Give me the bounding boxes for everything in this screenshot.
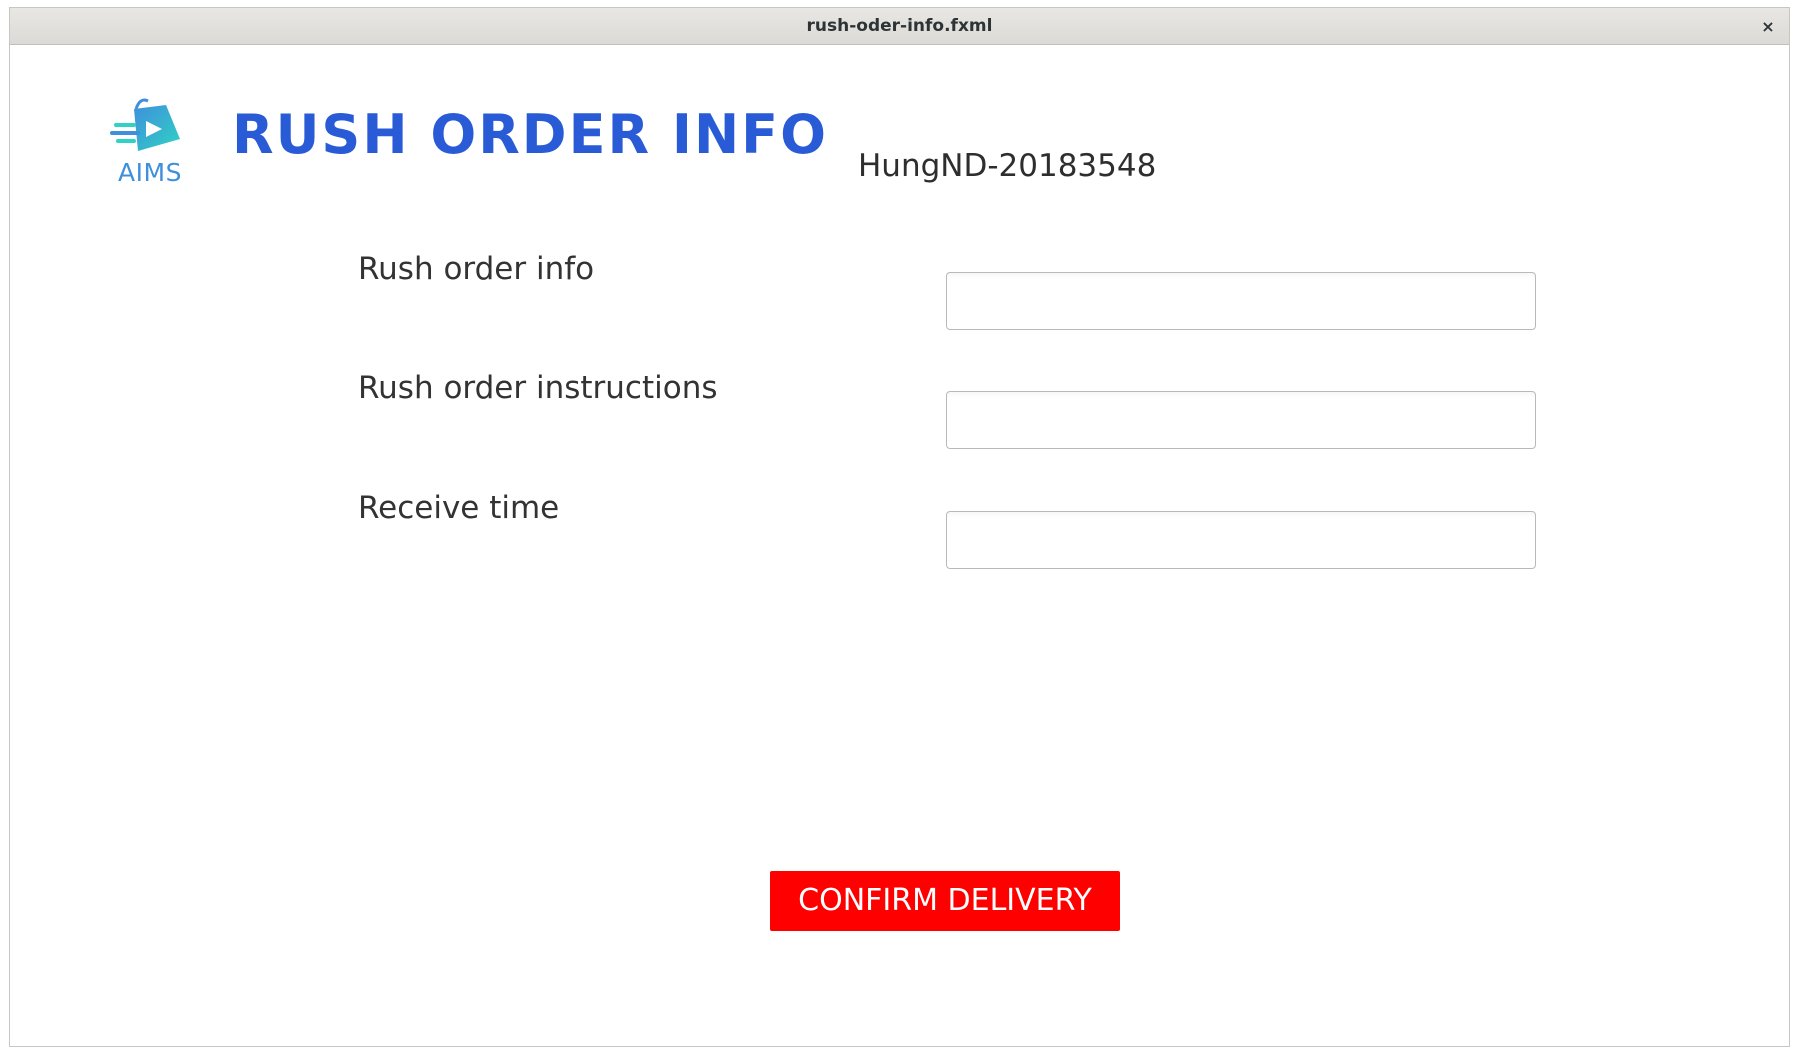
rush-order-instructions-label: Rush order instructions	[358, 370, 718, 406]
rush-order-info-label: Rush order info	[358, 251, 595, 287]
shopping-bag-arrow-icon	[110, 98, 180, 151]
rush-order-instructions-input[interactable]	[946, 391, 1536, 449]
title-bar[interactable]: rush-oder-info.fxml ×	[10, 8, 1789, 45]
rush-order-info-input[interactable]	[946, 272, 1536, 330]
aims-logo: AIMS	[110, 95, 190, 190]
receive-time-label: Receive time	[358, 490, 560, 526]
window-title: rush-oder-info.fxml	[806, 16, 993, 36]
app-window: rush-oder-info.fxml × AIMS RUSH ORDER IN…	[9, 7, 1790, 1047]
logo-label: AIMS	[118, 158, 182, 187]
confirm-delivery-button[interactable]: CONFIRM DELIVERY	[770, 871, 1120, 931]
receive-time-input[interactable]	[946, 511, 1536, 569]
page-title: RUSH ORDER INFO	[232, 103, 828, 166]
student-id-label: HungND-20183548	[858, 148, 1157, 184]
main-content: AIMS RUSH ORDER INFO HungND-20183548 Rus…	[10, 45, 1789, 1048]
close-icon[interactable]: ×	[1757, 16, 1779, 38]
